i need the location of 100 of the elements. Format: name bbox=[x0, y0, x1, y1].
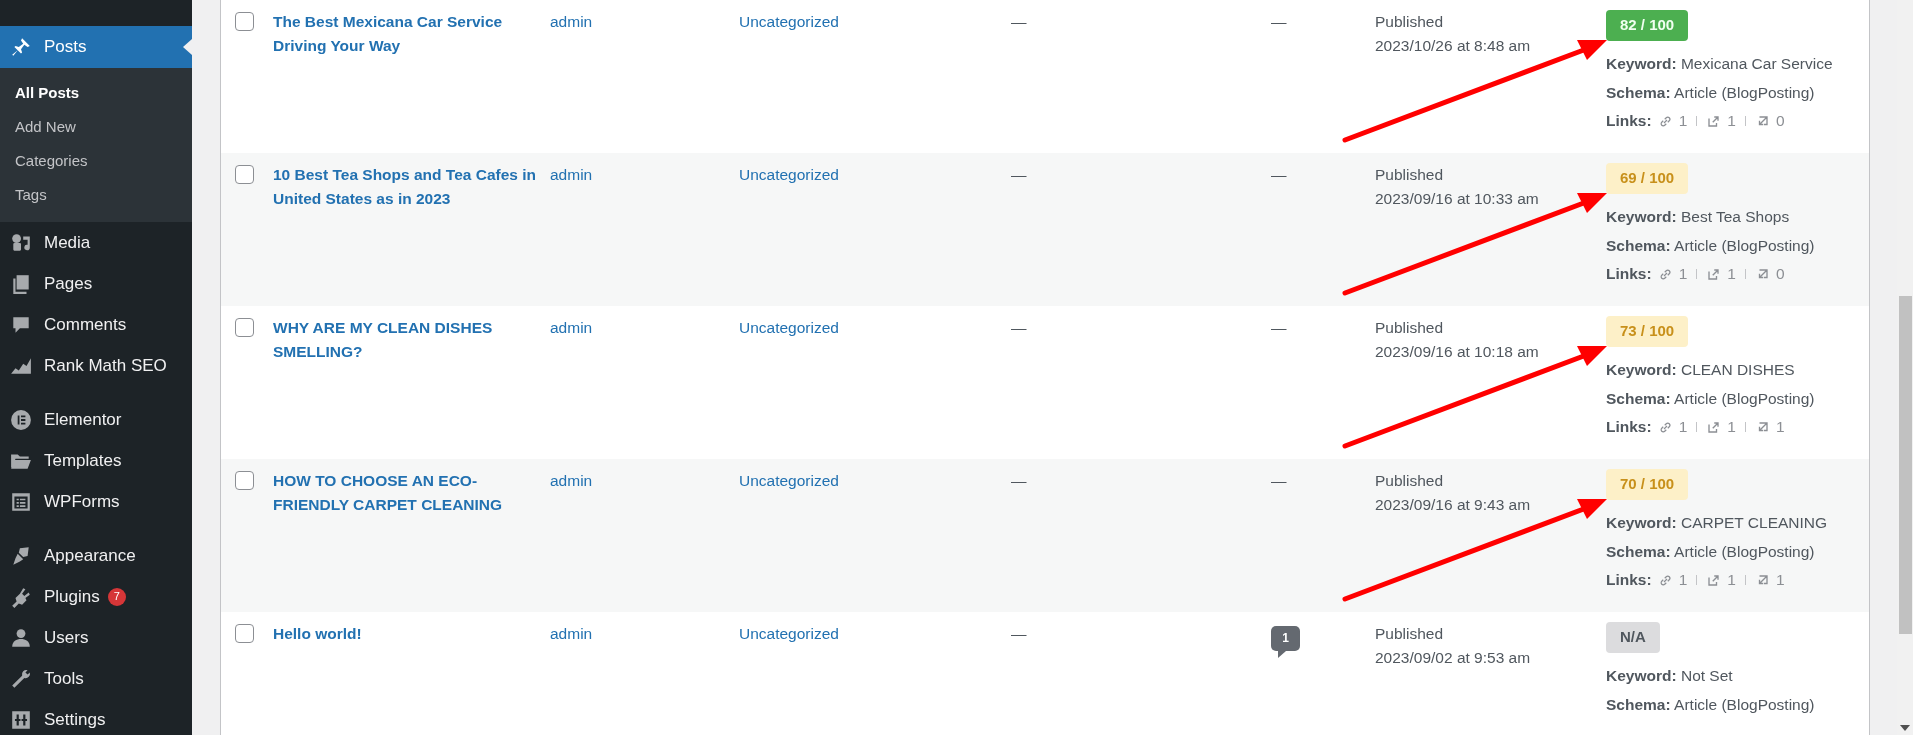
e-logo-icon bbox=[10, 408, 32, 431]
sidebar-item[interactable]: Pages bbox=[44, 270, 93, 297]
sidebar-item[interactable]: Templates bbox=[44, 447, 122, 474]
external-link-icon bbox=[1706, 266, 1722, 282]
sidebar-item[interactable]: Settings bbox=[44, 706, 106, 733]
tags-cell: — bbox=[1011, 625, 1027, 642]
date-text: 2023/09/16 at 9:43 am bbox=[1375, 495, 1531, 515]
external-link-icon bbox=[1706, 419, 1722, 435]
submenu-item[interactable]: Categories bbox=[0, 144, 88, 178]
date-text: 2023/09/16 at 10:18 am bbox=[1375, 342, 1539, 362]
scrollbar-thumb[interactable] bbox=[1899, 296, 1912, 634]
link-count: 0 bbox=[1775, 264, 1785, 284]
count-badge: 7 bbox=[107, 587, 126, 606]
checkbox[interactable] bbox=[235, 624, 254, 643]
tags-cell: — bbox=[1011, 319, 1027, 336]
pages-icon bbox=[10, 272, 32, 295]
pushpin-icon bbox=[10, 36, 32, 58]
scroll-down-icon[interactable] bbox=[1900, 725, 1910, 731]
link-count: 1 bbox=[1678, 111, 1688, 131]
keyword-text: Keyword: CARPET CLEANING bbox=[1606, 513, 1828, 533]
links-label: Links: bbox=[1606, 570, 1652, 590]
link-count: 1 bbox=[1775, 570, 1785, 590]
external-link-icon bbox=[1706, 572, 1722, 588]
user-icon bbox=[10, 626, 32, 649]
sidebar-item[interactable]: Plugins bbox=[44, 583, 100, 610]
link-count: 0 bbox=[1775, 111, 1785, 131]
tags-cell: — bbox=[1011, 166, 1027, 183]
author-link[interactable]: admin bbox=[550, 472, 593, 489]
status-text: Published bbox=[1375, 12, 1444, 32]
sidebar-item[interactable]: Users bbox=[44, 624, 89, 651]
category-link[interactable]: Uncategorized bbox=[739, 319, 839, 336]
comments-cell: — bbox=[1271, 166, 1287, 183]
post-title-link[interactable]: HOW TO CHOOSE AN ECO-FRIENDLY CARPET CLEANING bbox=[273, 469, 540, 517]
sidebar-item[interactable]: Elementor bbox=[44, 406, 122, 433]
checkbox[interactable] bbox=[235, 318, 254, 337]
link-count: 1 bbox=[1678, 570, 1688, 590]
media-icon bbox=[10, 231, 32, 254]
submenu-item[interactable]: Tags bbox=[0, 178, 47, 212]
submenu-item[interactable]: Add New bbox=[0, 110, 76, 144]
link-count: 1 bbox=[1727, 417, 1736, 437]
post-title-link[interactable]: WHY ARE MY CLEAN DISHES SMELLING? bbox=[273, 316, 540, 364]
sidebar-item[interactable]: Media bbox=[44, 229, 91, 256]
sidebar-item[interactable]: Comments bbox=[44, 311, 127, 338]
post-title-link[interactable]: Hello world! bbox=[273, 622, 362, 646]
link-count: 1 bbox=[1678, 264, 1688, 284]
sliders-icon bbox=[10, 708, 32, 731]
keyword-text: Keyword: CLEAN DISHES bbox=[1606, 360, 1795, 380]
sidebar-item[interactable]: Tools bbox=[44, 665, 84, 692]
plug-icon bbox=[10, 585, 32, 608]
status-text: Published bbox=[1375, 624, 1444, 644]
category-link[interactable]: Uncategorized bbox=[739, 625, 839, 642]
seo-score-badge: 69 / 100 bbox=[1606, 163, 1689, 194]
author-link[interactable]: admin bbox=[550, 625, 593, 642]
checkbox[interactable] bbox=[235, 165, 254, 184]
schema-text: Schema: Article (BlogPosting) bbox=[1606, 695, 1815, 715]
category-link[interactable]: Uncategorized bbox=[739, 472, 839, 489]
paintbrush-icon bbox=[10, 544, 32, 567]
link-count: 1 bbox=[1727, 264, 1736, 284]
sidebar-item[interactable]: Rank Math SEO bbox=[44, 352, 167, 379]
link-count: 1 bbox=[1727, 570, 1736, 590]
schema-text: Schema: Article (BlogPosting) bbox=[1606, 83, 1815, 103]
link-count: 1 bbox=[1727, 111, 1736, 131]
tags-cell: — bbox=[1011, 472, 1027, 489]
schema-text: Schema: Article (BlogPosting) bbox=[1606, 389, 1815, 409]
link-count: 1 bbox=[1678, 417, 1688, 437]
schema-text: Schema: Article (BlogPosting) bbox=[1606, 542, 1815, 562]
schema-text: Schema: Article (BlogPosting) bbox=[1606, 236, 1815, 256]
comments-cell: — bbox=[1271, 13, 1287, 30]
category-link[interactable]: Uncategorized bbox=[739, 13, 839, 30]
date-text: 2023/09/02 at 9:53 am bbox=[1375, 648, 1531, 668]
comments-cell: — bbox=[1271, 319, 1287, 336]
links-label: Links: bbox=[1606, 111, 1652, 131]
wrench-icon bbox=[10, 667, 32, 690]
status-text: Published bbox=[1375, 471, 1444, 491]
author-link[interactable]: admin bbox=[550, 319, 593, 336]
author-link[interactable]: admin bbox=[550, 166, 593, 183]
keyword-text: Keyword: Best Tea Shops bbox=[1606, 207, 1790, 227]
links-label: Links: bbox=[1606, 417, 1652, 437]
sidebar-item[interactable]: Posts bbox=[0, 26, 192, 68]
seo-score-badge: 70 / 100 bbox=[1606, 469, 1689, 500]
category-link[interactable]: Uncategorized bbox=[739, 166, 839, 183]
form-icon bbox=[10, 490, 32, 513]
seo-score-badge: 82 / 100 bbox=[1606, 10, 1689, 41]
author-link[interactable]: admin bbox=[550, 13, 593, 30]
links-label: Links: bbox=[1606, 264, 1652, 284]
sidebar-item[interactable]: WPForms bbox=[44, 488, 120, 515]
post-title-link[interactable]: The Best Mexicana Car Service Driving Your Way bbox=[273, 10, 540, 58]
tags-cell: — bbox=[1011, 13, 1027, 30]
status-text: Published bbox=[1375, 318, 1444, 338]
seo-score-badge: 73 / 100 bbox=[1606, 316, 1689, 347]
sidebar-item[interactable]: Appearance bbox=[44, 542, 136, 569]
keyword-text: Keyword: Not Set bbox=[1606, 666, 1733, 686]
keyword-text: Keyword: Mexicana Car Service bbox=[1606, 54, 1833, 74]
pointer-icon bbox=[183, 39, 192, 55]
link-count: 1 bbox=[1775, 417, 1785, 437]
post-title-link[interactable]: 10 Best Tea Shops and Tea Cafes in United States as in 2023 bbox=[273, 163, 540, 211]
checkbox[interactable] bbox=[235, 12, 254, 31]
submenu-item[interactable]: All Posts bbox=[0, 76, 80, 110]
checkbox[interactable] bbox=[235, 471, 254, 490]
date-text: 2023/09/16 at 10:33 am bbox=[1375, 189, 1539, 209]
